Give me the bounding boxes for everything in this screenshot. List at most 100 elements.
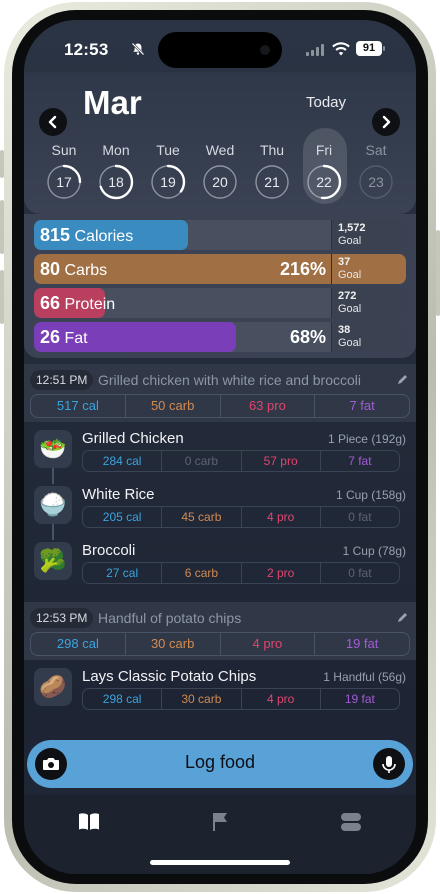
food-macros: 205 cal 45 carb 4 pro 0 fat <box>82 506 400 528</box>
today-button[interactable]: Today <box>306 94 346 111</box>
cell-signal-icon <box>306 44 324 56</box>
food-calories: 284 cal <box>83 451 163 471</box>
flag-icon[interactable] <box>207 809 233 835</box>
total-protein: 4 pro <box>221 633 316 655</box>
volume-down-button <box>0 270 4 324</box>
book-icon[interactable] <box>76 809 102 835</box>
food-serving: 1 Handful (56g) <box>323 670 406 684</box>
pencil-icon[interactable] <box>397 373 409 385</box>
day-name: Sun <box>51 142 77 158</box>
day-progress-ring: 18 <box>98 164 134 200</box>
total-fat: 7 fat <box>349 398 375 413</box>
food-item[interactable]: 🥗 Grilled Chicken 1 Piece (192g) 284 cal… <box>24 426 416 478</box>
day-number: 17 <box>56 174 72 190</box>
day-progress-ring: 20 <box>202 164 238 200</box>
camera-lens <box>260 45 270 55</box>
status-bar: 12:53 91 <box>24 20 416 72</box>
macro-goal: 1,572 Goal <box>331 220 406 250</box>
food-protein: 4 pro <box>242 689 321 709</box>
battery-tip <box>383 46 385 51</box>
goal-value: 37 <box>338 256 351 268</box>
log-food-label: Log food <box>184 752 256 772</box>
goal-label: Goal <box>338 269 362 281</box>
total-calories: 517 cal <box>31 395 126 417</box>
macro-percent: 216% <box>279 259 326 279</box>
food-fat: 0 fat <box>348 510 372 524</box>
microphone-button[interactable] <box>373 748 405 780</box>
macro-row-carbs: 80 Carbs 216% 37 Goal <box>34 254 406 284</box>
day-name: Wed <box>205 142 235 158</box>
goal-label: Goal <box>338 235 362 247</box>
wifi-icon <box>332 42 350 56</box>
total-carbs: 30 carb <box>126 633 221 655</box>
food-protein: 4 pro <box>242 507 321 527</box>
app-screen: 12:53 91 Mar Today Sun 17 Mon 18 Tue 19 … <box>24 20 416 874</box>
meal-time: 12:53 PM <box>30 608 94 628</box>
food-calories: 205 cal <box>83 507 163 527</box>
day-wed[interactable]: Wed 20 <box>196 142 244 200</box>
food-fat: 19 fat <box>344 692 375 706</box>
day-number: 23 <box>368 174 384 190</box>
food-item[interactable]: 🍚 White Rice 1 Cup (158g) 205 cal 45 car… <box>24 482 416 534</box>
day-name: Tue <box>156 142 180 158</box>
day-name: Thu <box>259 142 285 158</box>
day-number: 21 <box>264 174 280 190</box>
meal-title: Handful of potato chips <box>98 610 242 626</box>
day-mon[interactable]: Mon 18 <box>92 142 140 200</box>
food-carbs: 45 carb <box>162 507 242 527</box>
meal-header[interactable]: 12:51 PM Grilled chicken with white rice… <box>24 364 416 422</box>
pencil-icon[interactable] <box>397 611 409 623</box>
power-button <box>436 230 440 316</box>
previous-month-button[interactable] <box>39 108 67 136</box>
meal-header[interactable]: 12:53 PM Handful of potato chips 298 cal… <box>24 602 416 660</box>
dynamic-island <box>158 32 282 68</box>
macro-goal: 38 Goal <box>331 322 406 352</box>
food-protein: 2 pro <box>242 563 321 583</box>
food-item[interactable]: 🥦 Broccoli 1 Cup (78g) 27 cal 6 carb 2 p… <box>24 538 416 590</box>
food-macros: 298 cal 30 carb 4 pro 19 fat <box>82 688 400 710</box>
food-icon: 🥔 <box>34 668 72 706</box>
food-icon: 🥦 <box>34 542 72 580</box>
status-time: 12:53 <box>64 40 109 59</box>
food-fat: 0 fat <box>348 566 372 580</box>
macro-row-protein: 66 Protein 272 Goal <box>34 288 406 318</box>
total-protein: 63 pro <box>221 395 316 417</box>
next-month-button[interactable] <box>372 108 400 136</box>
log-food-bar[interactable]: Log food <box>27 740 413 788</box>
chevron-left-icon <box>48 115 57 129</box>
food-icon: 🍚 <box>34 486 72 524</box>
food-serving: 1 Piece (192g) <box>327 432 406 446</box>
volume-up-button <box>0 200 4 254</box>
macro-goal: 37 Goal <box>331 254 406 284</box>
day-name: Mon <box>102 142 130 158</box>
macro-row-calories: 815 Calories 1,572 Goal <box>34 220 406 250</box>
food-calories: 27 cal <box>83 563 163 583</box>
day-number: 20 <box>212 174 228 190</box>
day-tue[interactable]: Tue 19 <box>144 142 192 200</box>
macro-label: 80 Carbs <box>40 259 108 279</box>
day-number: 22 <box>316 174 332 190</box>
day-fri[interactable]: Fri 22 <box>300 142 348 200</box>
day-number: 18 <box>108 174 124 190</box>
food-carbs: 30 carb <box>162 689 242 709</box>
food-serving: 1 Cup (78g) <box>342 544 406 558</box>
chevron-right-icon <box>382 115 391 129</box>
goal-value: 272 <box>338 290 357 302</box>
meal-time: 12:51 PM <box>30 370 94 390</box>
food-carbs: 0 carb <box>162 451 242 471</box>
day-thu[interactable]: Thu 21 <box>248 142 296 200</box>
day-progress-ring: 23 <box>358 164 394 200</box>
stack-icon[interactable] <box>338 809 364 835</box>
food-protein: 57 pro <box>242 451 321 471</box>
day-sun[interactable]: Sun 17 <box>40 142 88 200</box>
food-macros: 284 cal 0 carb 57 pro 7 fat <box>82 450 400 472</box>
meal-title: Grilled chicken with white rice and broc… <box>98 372 361 388</box>
food-item[interactable]: 🥔 Lays Classic Potato Chips 1 Handful (5… <box>24 664 416 716</box>
battery-indicator: 91 <box>356 41 382 56</box>
food-calories: 298 cal <box>83 689 163 709</box>
macro-label: 26 Fat <box>40 327 88 347</box>
food-name: Broccoli <box>82 542 136 559</box>
day-progress-ring: 19 <box>150 164 186 200</box>
goal-value: 38 <box>338 324 351 336</box>
day-sat[interactable]: Sat 23 <box>352 142 400 200</box>
